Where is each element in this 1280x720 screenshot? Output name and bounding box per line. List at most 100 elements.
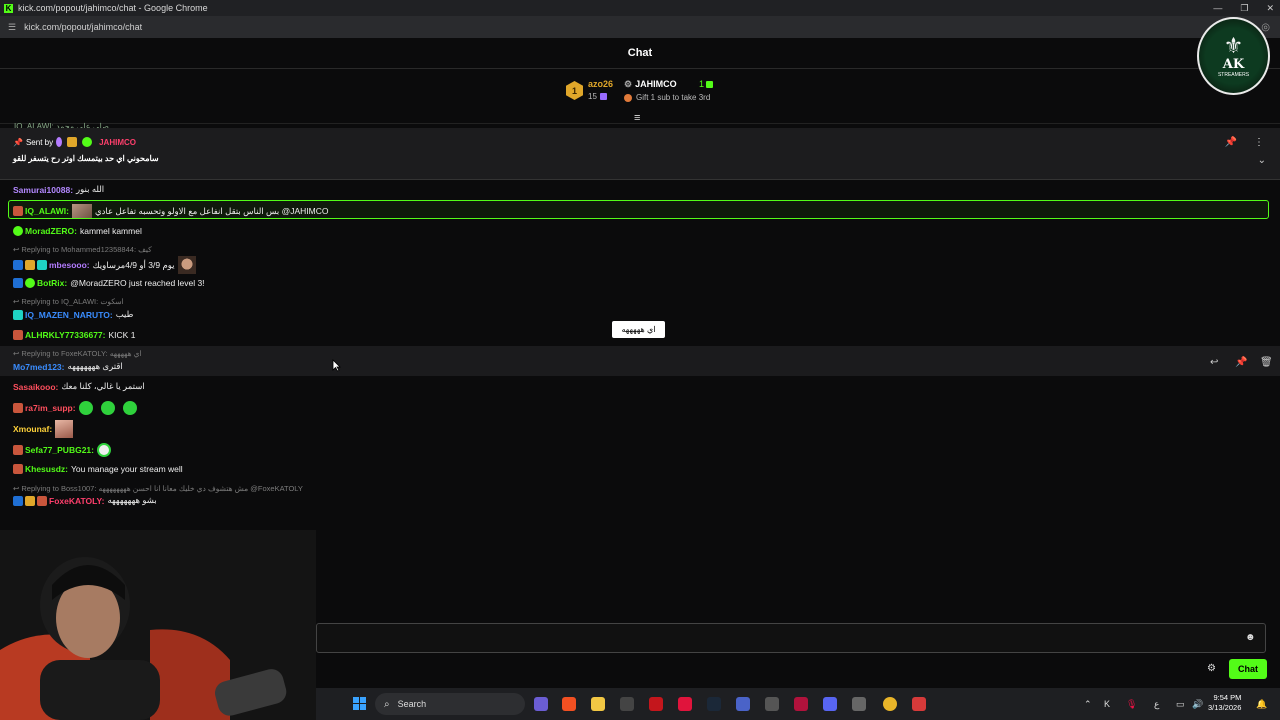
username[interactable]: Sasaikooo: <box>13 382 58 392</box>
username[interactable]: BotRix: <box>37 278 67 288</box>
reply-context[interactable]: ↩ Replying to Boss1007: مش هتشوف دي خليك… <box>13 484 303 493</box>
reply-context[interactable]: ↩ Replying to FoxeKATOLY: اي هههههه <box>13 349 142 358</box>
message-text: اقترى هههههههه <box>67 361 123 371</box>
taskbar-clock[interactable]: 9:54 PM 3/13/2026 <box>1208 693 1241 713</box>
streamer-webcam-image <box>0 530 316 720</box>
username[interactable]: Khesusdz: <box>25 464 68 474</box>
steam-icon[interactable] <box>707 697 721 711</box>
leader-second-name[interactable]: JAHIMCO <box>635 79 677 89</box>
app-icon[interactable] <box>678 697 692 711</box>
start-button[interactable] <box>353 697 367 711</box>
search-label: Search <box>397 699 427 709</box>
delete-icon[interactable]: 🗑 <box>1260 357 1273 368</box>
chat-message: Sefa77_PUBG21: <box>13 443 119 457</box>
username[interactable]: IQ_ALAWI: <box>25 206 69 216</box>
chrome-icon[interactable] <box>883 697 897 711</box>
username[interactable]: ALHRKLY77336677: <box>25 330 106 340</box>
app-icon[interactable] <box>852 697 866 711</box>
restore-button[interactable]: ❐ <box>1240 3 1248 14</box>
gift-icon <box>599 93 607 101</box>
tray-overflow-icon[interactable]: ⌃ <box>1084 688 1092 720</box>
send-chat-button[interactable]: Chat <box>1229 659 1267 679</box>
app-icon[interactable] <box>794 697 808 711</box>
username[interactable]: Mo7med123: <box>13 362 65 372</box>
pin-message-icon[interactable]: 📌 <box>1235 357 1247 368</box>
hovered-message-row[interactable] <box>0 346 1280 376</box>
username[interactable]: Samurai10088: <box>13 185 73 195</box>
obs-icon[interactable] <box>765 697 779 711</box>
eye-off-icon[interactable]: ◎ <box>1261 22 1270 33</box>
discord-icon[interactable] <box>823 697 837 711</box>
leader-second-count: 1 <box>699 79 705 89</box>
windows-taskbar: ⌕ Search ⌃ K 🎙 ع ▭ 🔊 🔔 <box>316 688 1280 720</box>
username[interactable]: FoxeKATOLY: <box>49 496 104 506</box>
gift-cta-text[interactable]: Gift 1 sub to take 3rd <box>636 93 710 102</box>
unpin-icon[interactable]: 📌 <box>1225 137 1237 148</box>
webcam-overlay <box>0 530 316 720</box>
file-explorer-icon[interactable] <box>591 697 605 711</box>
hand-emote-icon <box>55 420 74 438</box>
kick-tray-icon[interactable]: K <box>1104 688 1110 720</box>
reply-context[interactable]: ↩ Replying to IQ_ALAWI: اسكوت <box>13 297 124 306</box>
taskview-icon[interactable] <box>534 697 548 711</box>
settings-gear-icon[interactable]: ⚙ <box>1207 663 1216 674</box>
chat-input[interactable] <box>316 623 1266 653</box>
app-icon[interactable] <box>620 697 634 711</box>
close-button[interactable]: ✕ <box>1266 3 1274 14</box>
username[interactable]: Sefa77_PUBG21: <box>25 445 94 455</box>
og-badge-icon <box>13 309 23 320</box>
address-bar[interactable]: ☰ kick.com/popout/jahimco/chat ◎ <box>0 16 1280 38</box>
brave-icon[interactable] <box>562 697 576 711</box>
logo-text: AK <box>1222 56 1245 72</box>
leader-first-count-row: 15 <box>588 92 607 101</box>
message-text: @MoradZERO just reached level 3! <box>70 278 205 288</box>
logo-subtext: STREAMERS <box>1217 71 1250 78</box>
app-icon[interactable] <box>736 697 750 711</box>
site-info-icon[interactable]: ☰ <box>8 22 16 33</box>
more-options-icon[interactable]: ⋮ <box>1254 137 1264 148</box>
pinned-message: 📌 Sent by JAHIMCO سامحوني اي حد بيتمسك ا… <box>0 128 1280 180</box>
notification-bell-icon[interactable]: 🔔 <box>1256 688 1267 720</box>
filter-icon[interactable]: ≡ <box>634 112 640 124</box>
emote-icon <box>100 401 115 415</box>
og-badge-icon <box>37 260 47 270</box>
username[interactable]: IQ_MAZEN_NARUTO: <box>25 310 113 320</box>
username[interactable]: mbesooo: <box>49 260 90 270</box>
tooltip: اي هههههه <box>612 321 665 338</box>
image-emote <box>178 256 197 274</box>
network-icon[interactable]: ▭ <box>1176 688 1185 720</box>
username[interactable]: Xmounaf: <box>13 424 52 434</box>
emote-icon <box>122 401 137 415</box>
message-text: الله بنور <box>76 184 105 194</box>
language-indicator[interactable]: ع <box>1154 688 1159 720</box>
message-text: استمر يا غالي، كلنا معك <box>61 381 145 391</box>
window-titlebar: K kick.com/popout/jahimco/chat - Google … <box>0 0 1280 16</box>
emoji-icon[interactable]: ☻ <box>1245 632 1256 643</box>
chat-message: BotRix: @MoradZERO just reached level 3! <box>13 278 205 288</box>
chat-message: Samurai10088: الله بنور <box>13 184 104 195</box>
app-icon[interactable] <box>649 697 663 711</box>
username[interactable]: MoradZERO: <box>25 226 77 236</box>
taskbar-search[interactable]: ⌕ Search <box>375 693 525 715</box>
volume-icon[interactable]: 🔊 <box>1192 688 1203 720</box>
reply-icon[interactable]: ↩ <box>1210 357 1218 368</box>
chat-message: MoradZERO: kammel kammel <box>13 226 142 236</box>
microphone-icon[interactable]: 🎙 <box>1126 688 1137 720</box>
minimize-button[interactable]: — <box>1213 3 1222 13</box>
chat-message: ra7im_supp: <box>13 401 145 415</box>
leader-first-name[interactable]: azo26 <box>588 79 613 89</box>
gift-cta[interactable]: Gift 1 sub to take 3rd <box>624 93 710 102</box>
pinned-sender[interactable]: JAHIMCO <box>99 138 136 147</box>
app-icon[interactable] <box>912 697 926 711</box>
chat-message: Khesusdz: You manage your stream well <box>13 464 183 474</box>
message-text: بس الناس بتقل انفاعل مع الاولو وتحسبه تف… <box>94 205 329 216</box>
clock-time: 9:54 PM <box>1213 693 1242 702</box>
chevron-down-icon[interactable]: ⌄ <box>1258 155 1266 166</box>
message-text: طيب <box>115 309 134 319</box>
username[interactable]: ra7im_supp: <box>25 403 76 413</box>
crown-badge-icon <box>13 445 23 455</box>
crown-badge-icon <box>13 206 23 216</box>
url-text[interactable]: kick.com/popout/jahimco/chat <box>24 22 142 32</box>
chat-header: Chat <box>0 38 1280 69</box>
reply-context[interactable]: ↩ Replying to Mohammed12358844: كيف <box>13 245 152 254</box>
